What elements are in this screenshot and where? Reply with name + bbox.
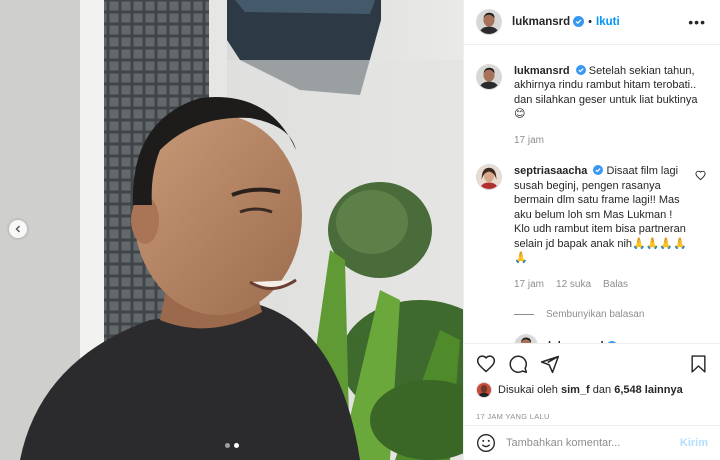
post-actions: Disukai oleh sim_f dan 6,548 lainnya xyxy=(464,343,720,403)
verified-icon xyxy=(593,165,604,176)
avatar-image xyxy=(477,383,491,398)
instagram-post: lukmansrd • Ikuti ••• lukmansrd Setelah … xyxy=(0,0,720,460)
likes-summary: Disukai oleh sim_f dan 6,548 lainnya xyxy=(476,382,708,399)
caption: lukmansrd Setelah sekian tahun, akhirnya… xyxy=(476,63,706,149)
likes-prefix: Disukai oleh xyxy=(498,384,558,397)
carousel-indicator xyxy=(0,443,463,448)
header-separator: • xyxy=(588,15,593,28)
comment-like-heart-icon[interactable] xyxy=(695,170,706,181)
send-button[interactable]: Kirim xyxy=(680,437,708,449)
action-icons xyxy=(476,352,708,376)
carousel-dot-1 xyxy=(224,443,230,448)
carousel-dot-2 xyxy=(233,443,239,448)
verified-icon xyxy=(575,64,586,75)
follow-button[interactable]: Ikuti xyxy=(596,16,620,28)
hide-replies-label: Sembunyikan balasan xyxy=(546,309,645,321)
post-timestamp[interactable]: 17 JAM YANG LALU xyxy=(464,412,720,425)
comment-composer: Kirim xyxy=(464,424,720,460)
reply-author-avatar[interactable] xyxy=(514,334,538,344)
comment-username[interactable]: septriasaacha xyxy=(514,165,587,177)
bookmark-icon[interactable] xyxy=(689,354,708,374)
caption-meta: 17 jam xyxy=(514,134,706,149)
post-header: lukmansrd • Ikuti ••• xyxy=(464,0,720,45)
previous-photo-button[interactable] xyxy=(9,220,27,238)
hide-replies-toggle[interactable]: Sembunyikan balasan xyxy=(514,309,706,320)
commenter-avatar[interactable] xyxy=(476,164,502,191)
comment-meta: 17 jam 12 suka Balas xyxy=(514,278,689,293)
chevron-left-icon xyxy=(15,225,20,233)
likes-middle: dan xyxy=(592,384,612,397)
liker-avatar[interactable] xyxy=(476,382,492,399)
comment-item: septriasaacha Disaat film lagi susah beg… xyxy=(476,164,706,292)
caption-body: lukmansrd Setelah sekian tahun, akhirnya… xyxy=(514,64,706,149)
verified-icon xyxy=(573,16,585,28)
emoji-icon[interactable] xyxy=(476,433,496,453)
comments-section[interactable]: lukmansrd Setelah sekian tahun, akhirnya… xyxy=(464,45,720,344)
heart-icon[interactable] xyxy=(476,354,496,374)
likes-text: Disukai oleh sim_f dan 6,548 lainnya xyxy=(498,384,683,396)
liker-username[interactable]: sim_f xyxy=(561,384,590,396)
post-side-panel: lukmansrd • Ikuti ••• lukmansrd Setelah … xyxy=(463,0,720,460)
reply-button[interactable]: Balas xyxy=(603,278,628,293)
comment-body: septriasaacha Disaat film lagi susah beg… xyxy=(514,164,689,292)
avatar-image xyxy=(477,9,501,34)
author-username[interactable]: lukmansrd xyxy=(512,16,570,28)
comment-icon[interactable] xyxy=(508,354,528,374)
avatar-image xyxy=(477,165,501,190)
hide-replies-line xyxy=(514,314,534,316)
comment-likes[interactable]: 12 suka xyxy=(556,278,591,293)
reply-item: lukmansrd xyxy=(514,334,706,344)
avatar-image xyxy=(515,335,537,344)
caption-author-avatar[interactable] xyxy=(476,63,502,90)
photo-scene xyxy=(0,0,463,460)
caption-username[interactable]: lukmansrd xyxy=(514,65,570,77)
more-options-button[interactable]: ••• xyxy=(688,15,706,29)
comment-input[interactable] xyxy=(506,436,674,449)
comment-text: Disaat film lagi susah beginj, pengen ra… xyxy=(514,165,687,265)
caption-time[interactable]: 17 jam xyxy=(514,134,544,149)
avatar-image xyxy=(477,64,501,89)
likes-count[interactable]: 6,548 lainnya xyxy=(614,384,683,396)
author-avatar[interactable] xyxy=(476,8,502,35)
post-photo[interactable] xyxy=(0,0,463,460)
share-icon[interactable] xyxy=(540,354,560,374)
comment-time[interactable]: 17 jam xyxy=(514,278,544,293)
